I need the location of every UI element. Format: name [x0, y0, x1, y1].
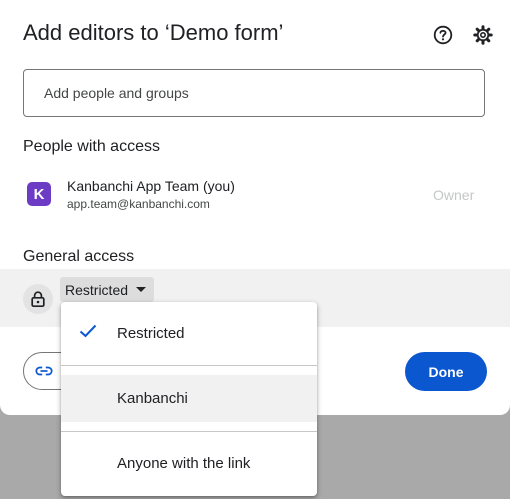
lock-icon	[23, 284, 53, 314]
check-icon	[79, 324, 97, 338]
add-people-input[interactable]	[44, 70, 464, 116]
menu-option-kanbanchi[interactable]: Kanbanchi	[61, 375, 317, 422]
help-circle-icon[interactable]	[432, 24, 454, 46]
menu-option-anyone-with-link[interactable]: Anyone with the link	[61, 440, 317, 487]
general-access-heading: General access	[23, 248, 135, 265]
member-role: Owner	[433, 187, 475, 203]
dialog-title: Add editors to ‘Demo form’	[23, 20, 284, 45]
menu-divider	[61, 431, 317, 432]
menu-divider	[61, 365, 317, 366]
gear-icon[interactable]	[472, 24, 494, 46]
done-button[interactable]: Done	[405, 352, 487, 391]
link-icon	[35, 366, 53, 376]
add-people-field[interactable]	[23, 69, 485, 117]
menu-option-label: Kanbanchi	[117, 390, 188, 407]
people-with-access-heading: People with access	[23, 138, 160, 155]
member-name: Kanbanchi App Team (you)	[67, 178, 235, 194]
menu-option-restricted[interactable]: Restricted	[61, 310, 317, 357]
menu-option-label: Anyone with the link	[117, 455, 251, 472]
access-level-dropdown[interactable]: Restricted	[60, 277, 155, 302]
menu-option-label: Restricted	[117, 325, 185, 342]
access-level-label: Restricted	[65, 281, 129, 298]
access-level-menu: Restricted Kanbanchi Anyone with the lin…	[61, 302, 317, 496]
caret-down-icon	[136, 286, 147, 292]
member-email: app.team@kanbanchi.com	[67, 197, 210, 211]
avatar: K	[27, 182, 51, 206]
